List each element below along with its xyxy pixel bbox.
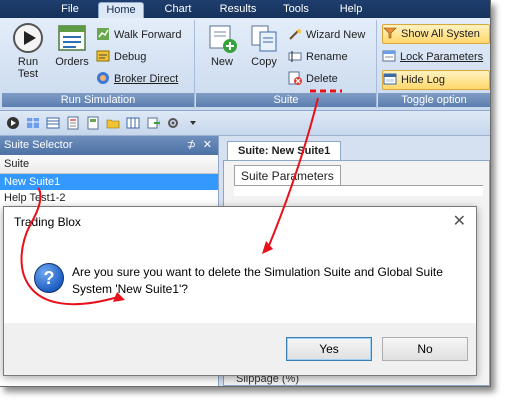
annotation-overlay [20, 89, 342, 306]
annotation-arrowhead-dialog [262, 241, 273, 254]
app-window: File Home Chart Results Tools Help Run T… [0, 0, 491, 387]
annotation-arrow-to-dialog [267, 97, 319, 249]
annotation-arrow-to-list [20, 187, 119, 306]
